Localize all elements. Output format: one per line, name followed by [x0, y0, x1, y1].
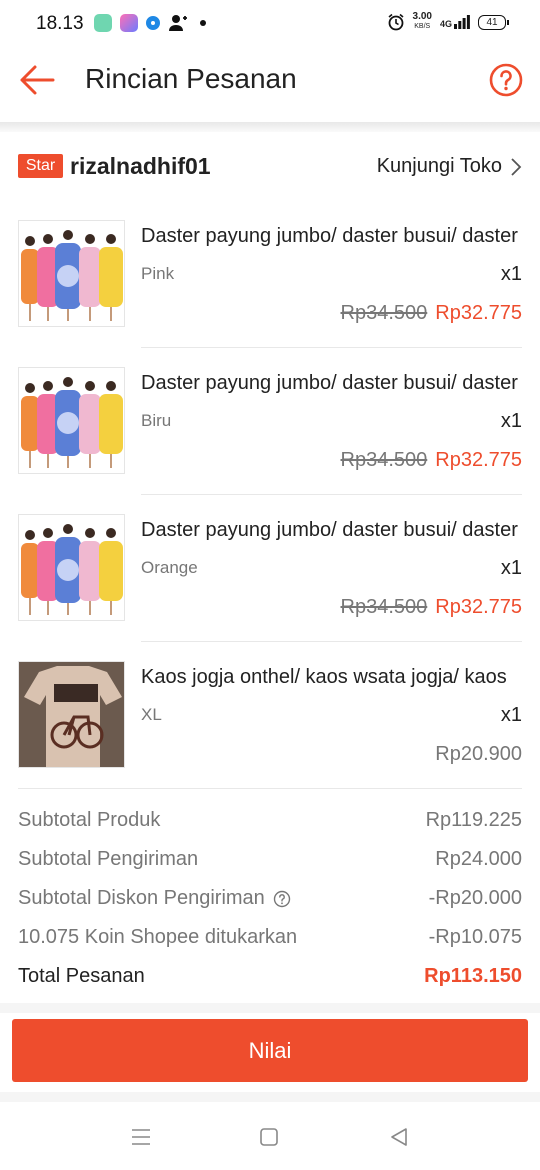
notification-icons [94, 14, 206, 32]
add-user-icon [169, 15, 187, 31]
signal-icon: 4G [440, 15, 470, 29]
shipping-discount-value: -Rp20.000 [428, 887, 522, 909]
header-shadow [0, 122, 540, 132]
subtotal-shipping-row: Subtotal Pengiriman Rp24.000 [18, 848, 522, 878]
total-label: Total Pesanan [18, 965, 145, 987]
order-item[interactable]: Daster payung jumbo/ daster busui/ daste… [0, 347, 540, 494]
shipping-discount-label: Subtotal Diskon Pengiriman [18, 887, 265, 909]
product-variant: XL [141, 705, 162, 724]
discounted-price: Rp32.775 [435, 302, 522, 324]
section-divider [18, 788, 522, 789]
recent-apps-icon[interactable] [131, 1128, 151, 1146]
network-speed: 3.00 KB/S [412, 11, 432, 31]
section-spacer [0, 1003, 540, 1013]
shop-row: Star rizalnadhif01 Kunjungi Toko [0, 140, 540, 194]
question-circle-icon[interactable] [489, 63, 523, 97]
page-title: Rincian Pesanan [85, 63, 297, 94]
arrow-left-icon[interactable] [18, 64, 56, 96]
visit-shop-link[interactable]: Kunjungi Toko [377, 155, 522, 178]
total-row: Total Pesanan Rp113.150 [18, 965, 522, 995]
original-price: Rp34.500 [340, 596, 428, 618]
app-notification-icon [94, 14, 112, 32]
question-circle-icon[interactable] [273, 890, 291, 908]
original-price: Rp34.500 [340, 449, 428, 471]
discounted-price: Rp32.775 [435, 449, 522, 471]
app-notification-icon [120, 14, 138, 32]
product-name: Kaos jogja onthel/ kaos wsata jogja/ kao… [141, 666, 507, 688]
product-price: Rp20.900 [435, 743, 522, 765]
product-variant: Pink [141, 264, 175, 283]
total-value: Rp113.150 [424, 965, 522, 987]
product-name: Daster payung jumbo/ daster busui/ daste… [141, 519, 518, 541]
product-image[interactable] [18, 367, 125, 474]
order-item[interactable]: Daster payung jumbo/ daster busui/ daste… [0, 200, 540, 347]
coins-value: -Rp10.075 [428, 926, 522, 948]
chevron-right-icon [511, 157, 522, 176]
product-quantity: x1 [500, 557, 522, 579]
app-notification-icon [146, 16, 160, 30]
discounted-price: Rp32.775 [435, 596, 522, 618]
star-seller-badge: Star [18, 154, 63, 178]
home-icon[interactable] [260, 1128, 278, 1146]
more-notifications-dot [200, 20, 206, 26]
product-prices: Rp34.500 Rp32.775 [341, 302, 523, 325]
order-item[interactable]: Kaos jogja onthel/ kaos wsata jogja/ kao… [0, 641, 540, 788]
subtotal-product-label: Subtotal Produk [18, 809, 161, 831]
product-name: Daster payung jumbo/ daster busui/ daste… [141, 225, 518, 247]
subtotal-product-row: Subtotal Produk Rp119.225 [18, 809, 522, 839]
product-quantity: x1 [500, 410, 522, 432]
product-prices: Rp34.500 Rp32.775 [341, 449, 523, 472]
battery-icon: 41 [478, 14, 509, 30]
product-image[interactable] [18, 220, 125, 327]
coins-label: 10.075 Koin Shopee ditukarkan [18, 926, 298, 948]
product-name: Daster payung jumbo/ daster busui/ daste… [141, 372, 518, 394]
visit-shop-label: Kunjungi Toko [376, 155, 502, 177]
status-time: 18.13 [36, 13, 84, 34]
shop-name[interactable]: rizalnadhif01 [70, 153, 211, 180]
system-nav-bar [0, 1102, 540, 1170]
section-spacer [0, 1092, 540, 1102]
product-quantity: x1 [500, 263, 522, 285]
status-bar: 18.13 3.00 KB/S 4G 41 [0, 0, 540, 46]
subtotal-shipping-value: Rp24.000 [435, 848, 522, 870]
product-image[interactable] [18, 661, 125, 768]
subtotal-product-value: Rp119.225 [425, 809, 522, 831]
back-triangle-icon[interactable] [389, 1127, 409, 1147]
subtotal-shipping-label: Subtotal Pengiriman [18, 848, 199, 870]
alarm-icon [388, 13, 404, 31]
order-item[interactable]: Daster payung jumbo/ daster busui/ daste… [0, 494, 540, 641]
product-prices: Rp34.500 Rp32.775 [341, 596, 523, 619]
product-variant: Biru [141, 411, 172, 430]
coins-row: 10.075 Koin Shopee ditukarkan -Rp10.075 [18, 926, 522, 956]
app-header: Rincian Pesanan [0, 46, 540, 122]
product-quantity: x1 [500, 704, 522, 726]
product-prices: Rp20.900 [435, 743, 522, 766]
shipping-discount-row: Subtotal Diskon Pengiriman -Rp20.000 [18, 887, 522, 917]
original-price: Rp34.500 [340, 302, 428, 324]
rate-button[interactable]: Nilai [12, 1019, 528, 1082]
product-variant: Orange [141, 558, 198, 577]
product-image[interactable] [18, 514, 125, 621]
